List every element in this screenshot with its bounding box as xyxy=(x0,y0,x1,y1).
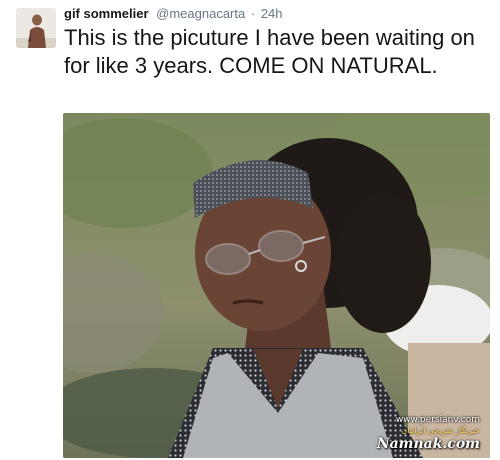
tweet-header: gif sommelier @meagnacarta · 24h xyxy=(64,6,283,22)
tweet-text: This is the picuture I have been waiting… xyxy=(64,25,475,78)
watermark-subtitle: خبرنگار تفریحی ایرانیان xyxy=(401,426,480,435)
author-display-name[interactable]: gif sommelier xyxy=(64,6,149,21)
watermark-brand: Namnak.com xyxy=(376,436,480,452)
author-handle[interactable]: @meagnacarta xyxy=(156,6,245,21)
photo-watermark: www.persianv.com خبرنگار تفریحی ایرانیان… xyxy=(377,415,480,452)
watermark-url: www.persianv.com xyxy=(395,415,480,425)
photo-illustration xyxy=(63,113,490,458)
tweet-media-photo[interactable]: www.persianv.com خبرنگار تفریحی ایرانیان… xyxy=(63,113,490,458)
tweet-timestamp[interactable]: 24h xyxy=(261,6,283,21)
avatar-image xyxy=(16,8,56,48)
header-separator: · xyxy=(250,6,256,21)
tweet-card: gif sommelier @meagnacarta · 24h This is… xyxy=(0,0,500,460)
avatar[interactable] xyxy=(16,8,56,48)
